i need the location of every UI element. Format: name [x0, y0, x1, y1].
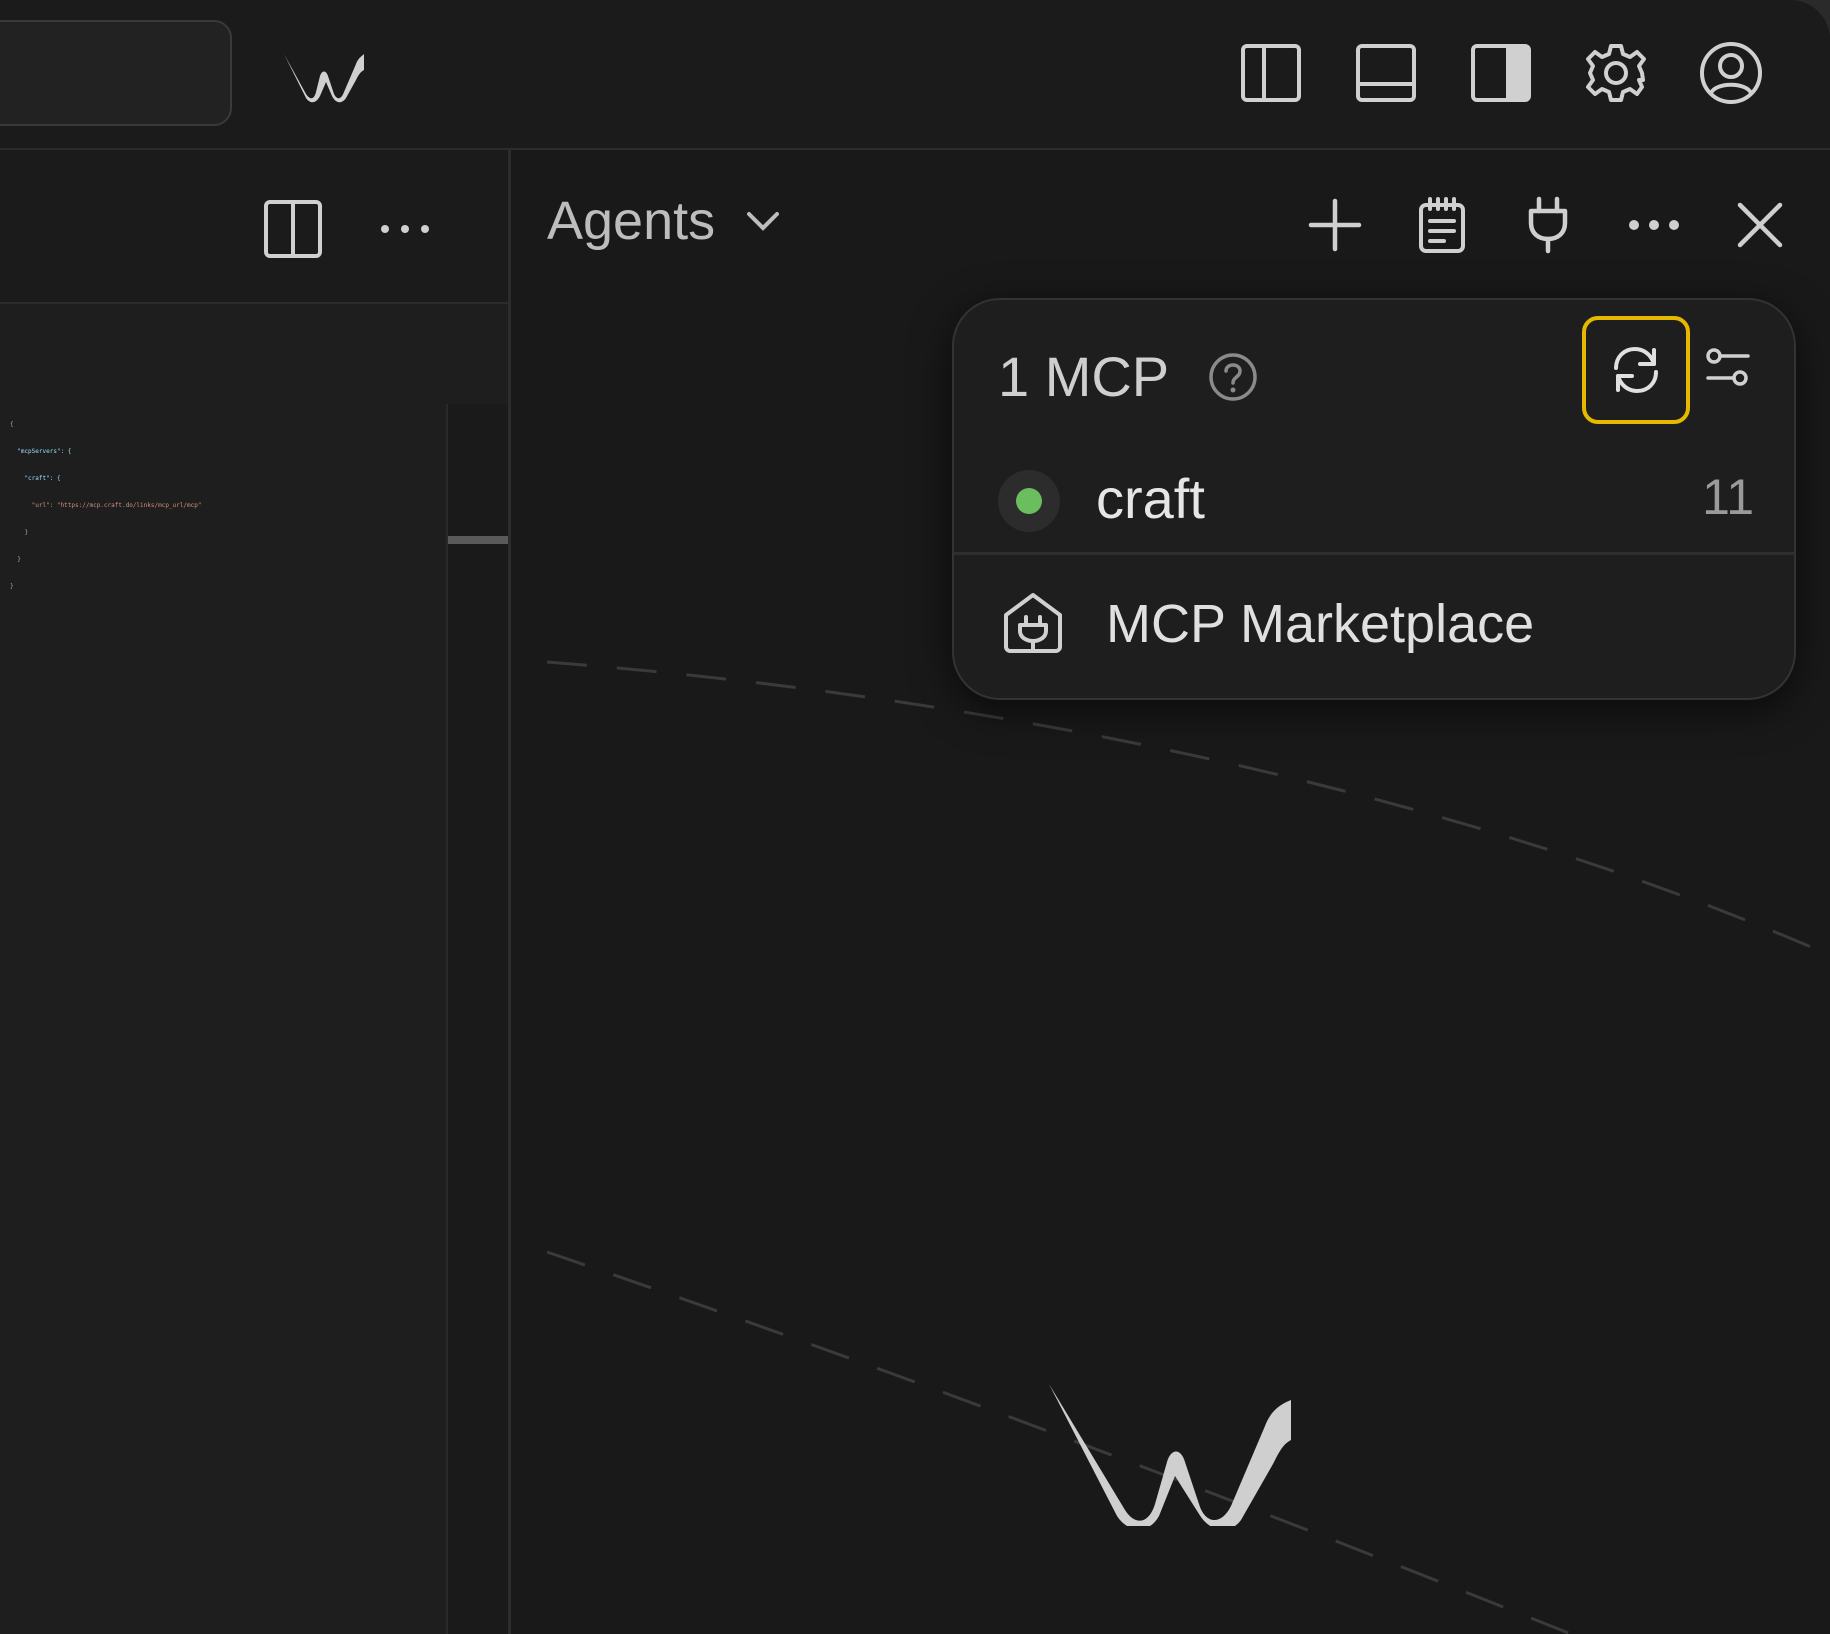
- mcp-popup-header: 1 MCP: [998, 344, 1259, 409]
- code-line: }: [10, 529, 29, 536]
- mcp-count-title: 1 MCP: [998, 345, 1170, 408]
- code-line: "mcpServers": {: [10, 448, 72, 455]
- app-window: { "mcpServers": { "craft": { "url": "htt…: [0, 0, 1830, 1634]
- toggle-bottom-panel-icon[interactable]: [1351, 38, 1421, 108]
- code-line: }: [10, 556, 21, 563]
- app-logo-icon: [284, 54, 364, 103]
- help-icon[interactable]: [1207, 351, 1259, 403]
- agents-title-label: Agents: [547, 191, 716, 251]
- split-editor-icon[interactable]: [258, 194, 328, 264]
- agents-dropdown[interactable]: Agents: [547, 190, 783, 252]
- editor-pane: { "mcpServers": { "craft": { "url": "htt…: [0, 150, 510, 1634]
- code-line: {: [10, 421, 14, 428]
- status-indicator: [998, 470, 1060, 532]
- editor-tab-bar: [0, 150, 508, 304]
- chevron-down-icon: [743, 201, 783, 241]
- toggle-left-sidebar-icon[interactable]: [1236, 38, 1306, 108]
- mcp-popup: 1 MCP craft 11 MCP Marketplace: [952, 298, 1796, 700]
- clipboard-icon[interactable]: [1407, 190, 1477, 260]
- code-line: }: [10, 583, 14, 590]
- close-icon[interactable]: [1725, 190, 1795, 260]
- marketplace-plug-icon: [1004, 593, 1062, 653]
- mcp-marketplace-button[interactable]: MCP Marketplace: [954, 555, 1794, 695]
- plus-icon[interactable]: [1300, 190, 1370, 260]
- command-search-box[interactable]: [0, 20, 232, 126]
- status-dot: [1016, 488, 1042, 514]
- code-line: "url": "https://mcp.craft.do/links/mcp_u…: [10, 502, 202, 509]
- app-watermark-logo-icon: [1049, 1384, 1291, 1526]
- code-content[interactable]: { "mcpServers": { "craft": { "url": "htt…: [10, 402, 201, 609]
- account-icon[interactable]: [1696, 38, 1766, 108]
- server-name: craft: [1096, 467, 1205, 530]
- marketplace-label: MCP Marketplace: [1106, 594, 1535, 654]
- plug-icon[interactable]: [1513, 190, 1583, 260]
- editor-scroll-thumb[interactable]: [448, 536, 508, 544]
- more-icon[interactable]: [1619, 190, 1689, 260]
- more-icon[interactable]: [370, 194, 440, 264]
- toggle-right-sidebar-icon[interactable]: [1466, 38, 1536, 108]
- editor-minimap[interactable]: [446, 404, 510, 1634]
- refresh-icon: [1614, 347, 1658, 393]
- mcp-server-row[interactable]: craft 11: [954, 448, 1794, 552]
- server-tool-count: 11: [1702, 469, 1754, 525]
- title-bar: [0, 0, 1830, 150]
- code-line: "craft": {: [10, 475, 61, 482]
- gear-icon[interactable]: [1581, 38, 1651, 108]
- refresh-button[interactable]: [1582, 316, 1690, 424]
- sliders-icon[interactable]: [1698, 338, 1758, 398]
